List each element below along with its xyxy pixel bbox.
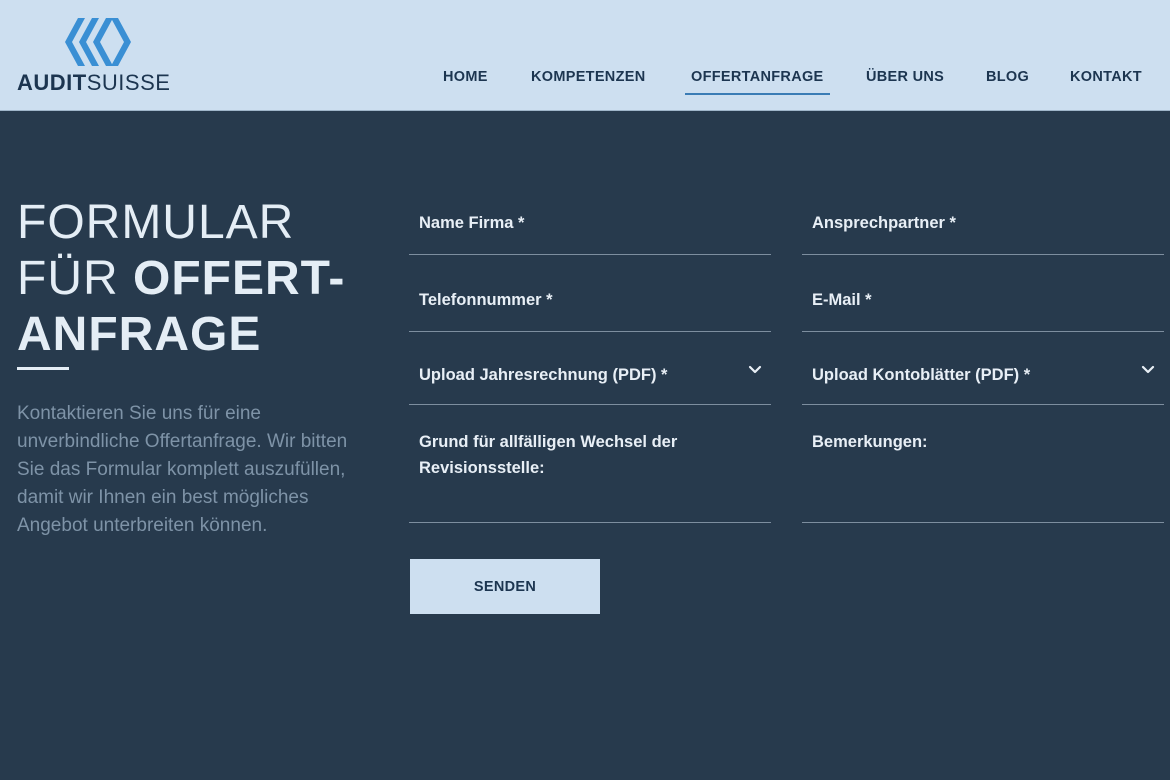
company-name-field[interactable]: Name Firma *: [409, 195, 771, 255]
remarks-placeholder: Bemerkungen:: [812, 433, 928, 451]
title-line-2-bold: OFFERT-: [133, 252, 346, 305]
site-header: AUDITSUISSE HOME KOMPETENZEN OFFERTANFRA…: [0, 0, 1170, 111]
intro-text: Kontaktieren Sie uns für eine unverbindl…: [17, 403, 348, 536]
title-line-2-thin: FÜR: [17, 252, 119, 305]
nav-item-kompetenzen[interactable]: KOMPETENZEN: [531, 68, 645, 86]
audit-suisse-logo-icon: [65, 18, 131, 66]
page-title: FORMULAR FÜR OFFERT- ANFRAGE: [17, 195, 387, 363]
upload-account-sheets-label: Upload Kontoblätter (PDF) *: [812, 366, 1031, 384]
title-line-3: ANFRAGE: [17, 308, 262, 361]
nav-item-kontakt[interactable]: KONTAKT: [1070, 68, 1142, 86]
chevron-down-icon: [748, 365, 762, 374]
nav-item-home[interactable]: HOME: [443, 68, 488, 86]
email-placeholder: E-Mail *: [812, 291, 872, 309]
email-field[interactable]: E-Mail *: [802, 272, 1164, 332]
upload-annual-accounts-label: Upload Jahresrechnung (PDF) *: [419, 366, 668, 384]
phone-placeholder: Telefonnummer *: [419, 291, 553, 309]
title-divider: [17, 367, 69, 370]
phone-field[interactable]: Telefonnummer *: [409, 272, 771, 332]
remarks-textarea[interactable]: Bemerkungen:: [802, 420, 1164, 523]
reason-for-change-textarea[interactable]: Grund für allfälligen Wechsel der Revisi…: [409, 420, 771, 523]
title-line-1: FORMULAR: [17, 196, 295, 249]
upload-annual-accounts-field[interactable]: Upload Jahresrechnung (PDF) *: [409, 347, 771, 405]
nav-item-offertanfrage[interactable]: OFFERTANFRAGE: [685, 68, 830, 95]
submit-button[interactable]: SENDEN: [410, 559, 600, 614]
contact-person-field[interactable]: Ansprechpartner *: [802, 195, 1164, 255]
nav-item-blog[interactable]: BLOG: [986, 68, 1029, 86]
upload-account-sheets-field[interactable]: Upload Kontoblätter (PDF) *: [802, 347, 1164, 405]
reason-for-change-placeholder: Grund für allfälligen Wechsel der Revisi…: [419, 433, 678, 477]
main-nav: HOME KOMPETENZEN OFFERTANFRAGE ÜBER UNS …: [0, 68, 1170, 98]
company-name-placeholder: Name Firma *: [419, 214, 525, 232]
contact-person-placeholder: Ansprechpartner *: [812, 214, 956, 232]
chevron-down-icon: [1141, 365, 1155, 374]
nav-item-ueber-uns[interactable]: ÜBER UNS: [866, 68, 944, 86]
